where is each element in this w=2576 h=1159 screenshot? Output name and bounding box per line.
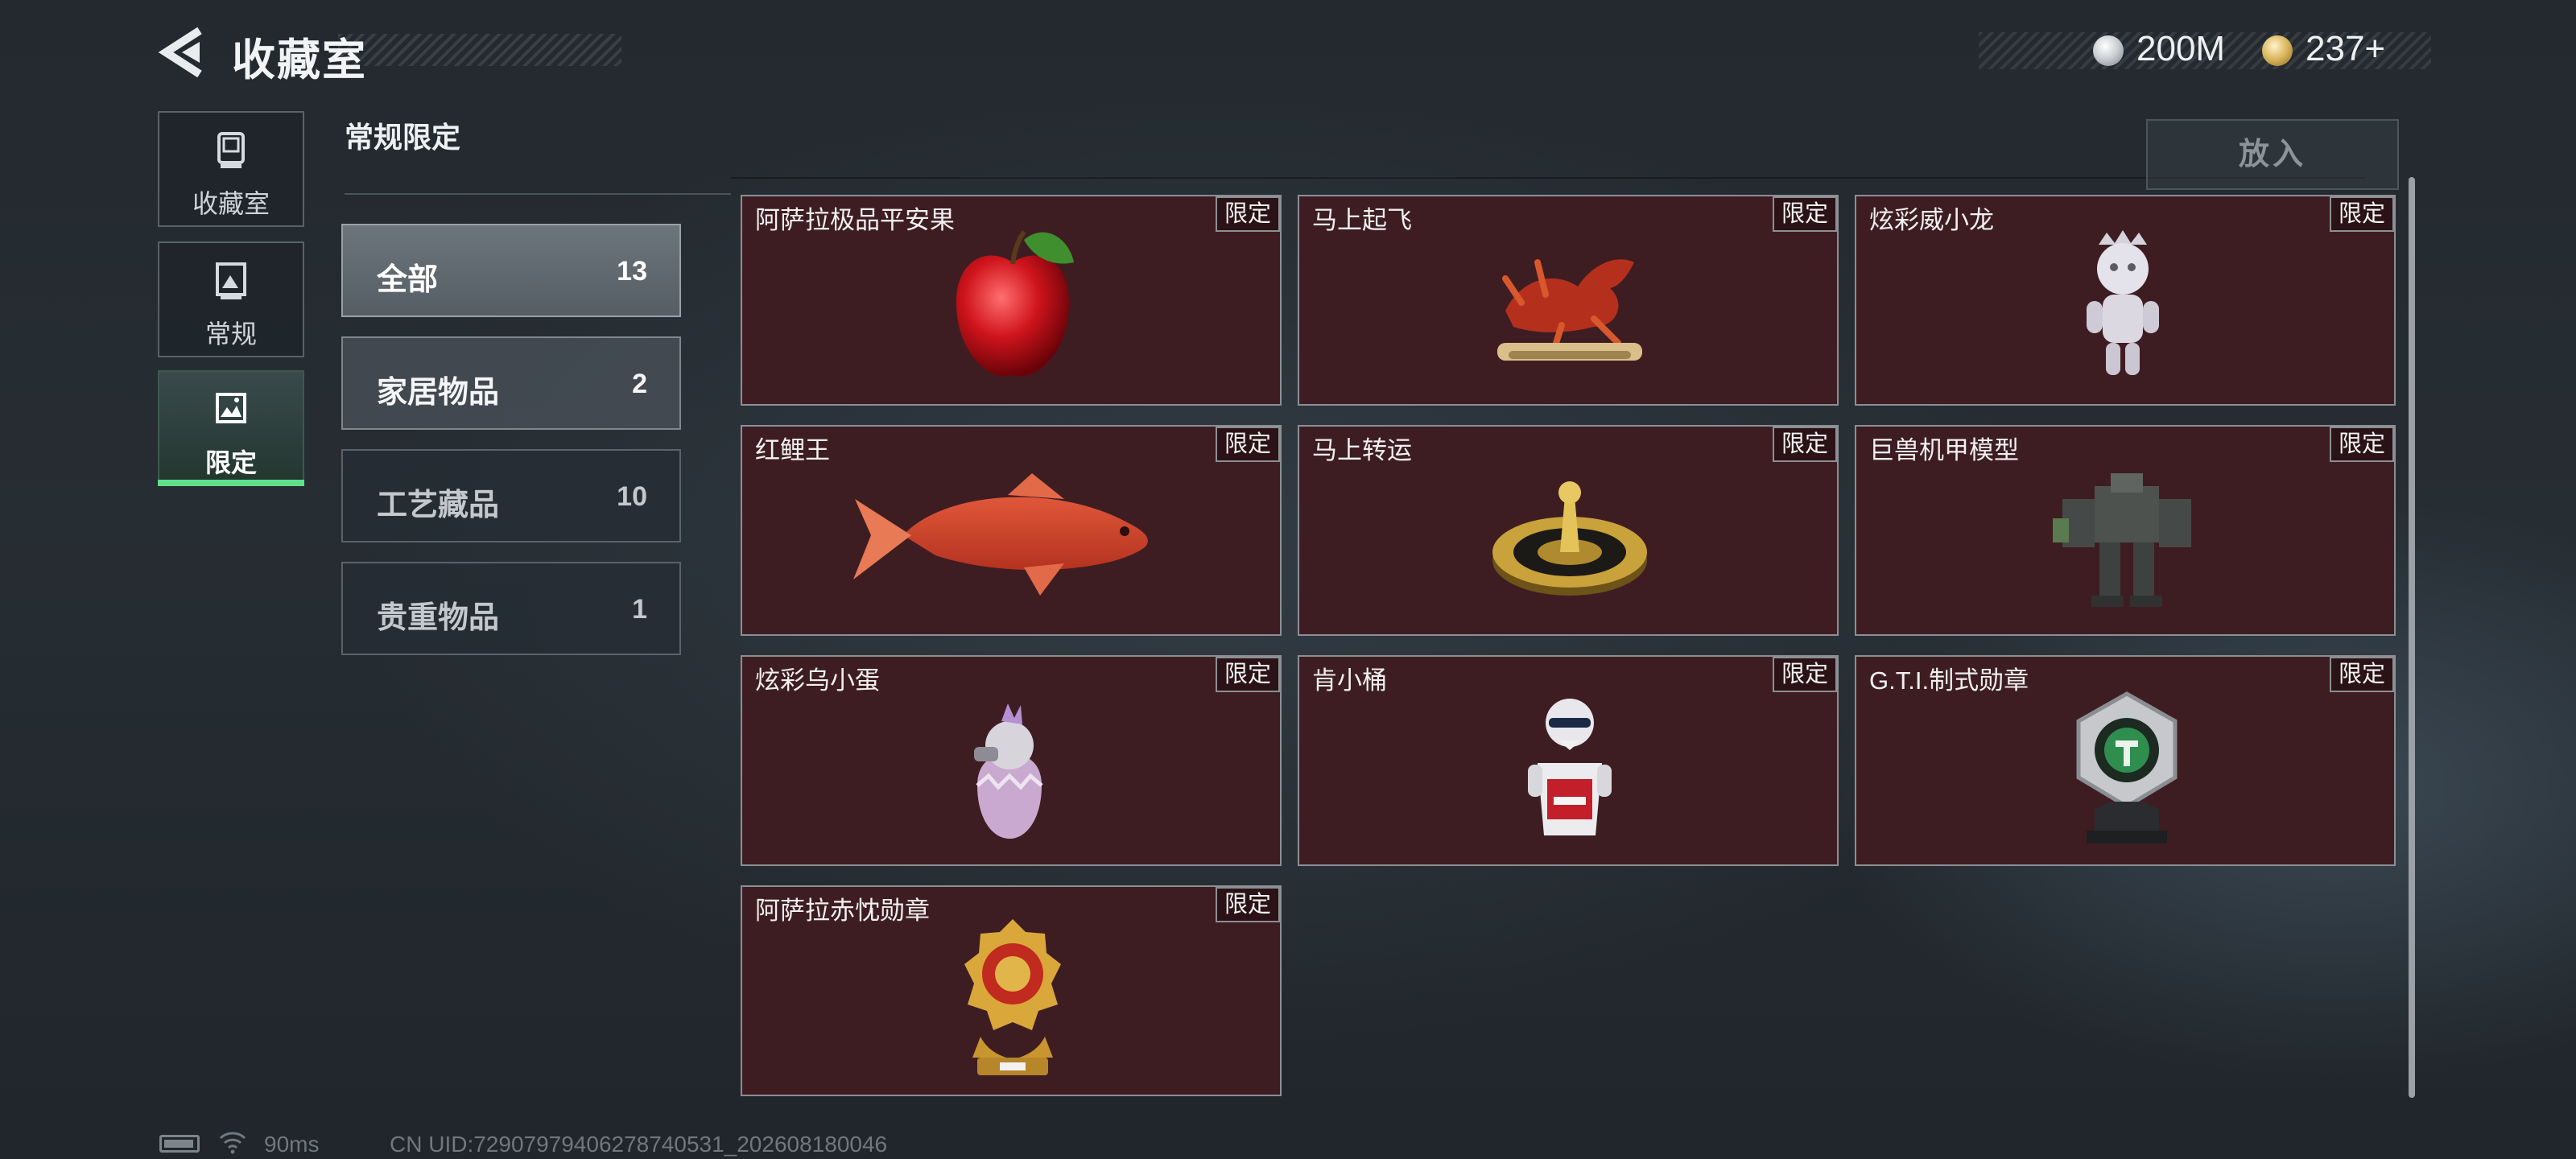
item-card[interactable]: 马上转运 限定 (1298, 425, 1839, 636)
item-card[interactable]: 阿萨拉赤忱勋章 限定 (741, 885, 1282, 1096)
put-in-button[interactable]: 放入 (2146, 119, 2399, 190)
limited-tag: 限定 (1216, 657, 1280, 692)
limited-tag: 限定 (2330, 657, 2394, 692)
filter-label: 贵重物品 (377, 601, 500, 635)
mech-model-icon (2053, 473, 2191, 607)
trophy-icon (217, 132, 245, 168)
limited-tag: 限定 (1216, 887, 1280, 922)
flying-horse-statue-icon (1497, 259, 1642, 361)
item-name: 肯小桶 (1312, 666, 1387, 695)
item-name: 炫彩威小龙 (1869, 206, 1994, 234)
item-name: 阿萨拉赤忱勋章 (755, 897, 930, 925)
gold-currency-value[interactable]: 237+ (2306, 29, 2385, 69)
filter-label: 工艺藏品 (377, 489, 500, 522)
filter-count: 1 (632, 594, 647, 625)
title-hatch-decoration (338, 34, 621, 66)
limited-tag: 限定 (1216, 427, 1280, 462)
limited-tag: 限定 (1773, 427, 1837, 462)
filter-count: 13 (617, 256, 647, 287)
item-card[interactable]: G.T.I.制式勋章 限定 (1855, 655, 2396, 866)
filter-all[interactable]: 全部 13 (341, 224, 681, 317)
nav-item-limited[interactable]: 限定 (158, 370, 304, 486)
scrollbar-thumb[interactable] (2409, 177, 2415, 1098)
item-card[interactable]: 阿萨拉极品平安果 限定 (741, 195, 1282, 406)
kfc-bucket-figure-icon (1528, 699, 1612, 835)
limited-tag: 限定 (1216, 196, 1280, 232)
golden-spinner-icon (1492, 481, 1647, 596)
gti-medal-icon (2076, 691, 2178, 843)
wifi-icon (219, 1132, 246, 1154)
item-card[interactable]: 炫彩乌小蛋 限定 (741, 655, 1282, 866)
section-divider (345, 193, 731, 195)
uid-text: CN UID:72907979406278740531_202608180046 (390, 1132, 888, 1157)
section-title: 常规限定 (345, 121, 461, 154)
silver-figurine-icon (2087, 230, 2159, 375)
silver-coin-icon (2093, 35, 2124, 66)
item-name: 炫彩乌小蛋 (755, 666, 880, 695)
item-card[interactable]: 巨兽机甲模型 限定 (1855, 425, 2396, 636)
filter-valuables[interactable]: 贵重物品 1 (341, 562, 681, 655)
nav-item-collection-room[interactable]: 收藏室 (158, 111, 304, 227)
nav-item-label: 常规 (204, 320, 257, 349)
item-name: G.T.I.制式勋章 (1869, 666, 2029, 695)
nav-active-indicator (158, 480, 304, 486)
silver-currency-value: 200M (2136, 29, 2226, 68)
nav-item-label: 收藏室 (192, 189, 270, 218)
limited-tag: 限定 (1773, 196, 1837, 232)
back-arrow-icon[interactable] (158, 26, 206, 79)
item-name: 巨兽机甲模型 (1869, 436, 2019, 464)
filter-label: 家居物品 (377, 376, 500, 410)
filter-count: 10 (617, 481, 647, 512)
gold-coin-icon (2262, 35, 2293, 66)
red-apple-icon (956, 230, 1074, 377)
nav-item-label: 限定 (204, 448, 257, 477)
content-divider (731, 177, 2365, 179)
item-card[interactable]: 炫彩威小龙 限定 (1855, 195, 2396, 406)
item-name: 红鲤王 (755, 436, 830, 464)
filter-household[interactable]: 家居物品 2 (341, 336, 681, 430)
item-name: 马上转运 (1312, 436, 1412, 464)
battery-icon (159, 1135, 200, 1153)
ping-value: 90ms (264, 1132, 320, 1157)
filter-label: 全部 (377, 263, 439, 297)
item-name: 阿萨拉极品平安果 (755, 206, 955, 234)
limited-tag: 限定 (1773, 657, 1837, 692)
item-card[interactable]: 肯小桶 限定 (1298, 655, 1839, 866)
filter-crafts[interactable]: 工艺藏品 10 (341, 449, 681, 542)
limited-tag: 限定 (2330, 427, 2394, 462)
limited-tag: 限定 (2330, 196, 2394, 232)
red-carp-icon (853, 473, 1148, 596)
gold-medal-icon (964, 919, 1061, 1075)
filter-count: 2 (632, 369, 647, 399)
landscape-icon (216, 393, 246, 423)
nav-item-regular[interactable]: 常规 (158, 241, 304, 357)
item-card[interactable]: 红鲤王 限定 (741, 425, 1282, 636)
item-name: 马上起飞 (1312, 206, 1412, 234)
photo-frame-icon (216, 262, 246, 299)
egg-figurine-icon (974, 703, 1043, 839)
item-card[interactable]: 马上起飞 限定 (1298, 195, 1839, 406)
